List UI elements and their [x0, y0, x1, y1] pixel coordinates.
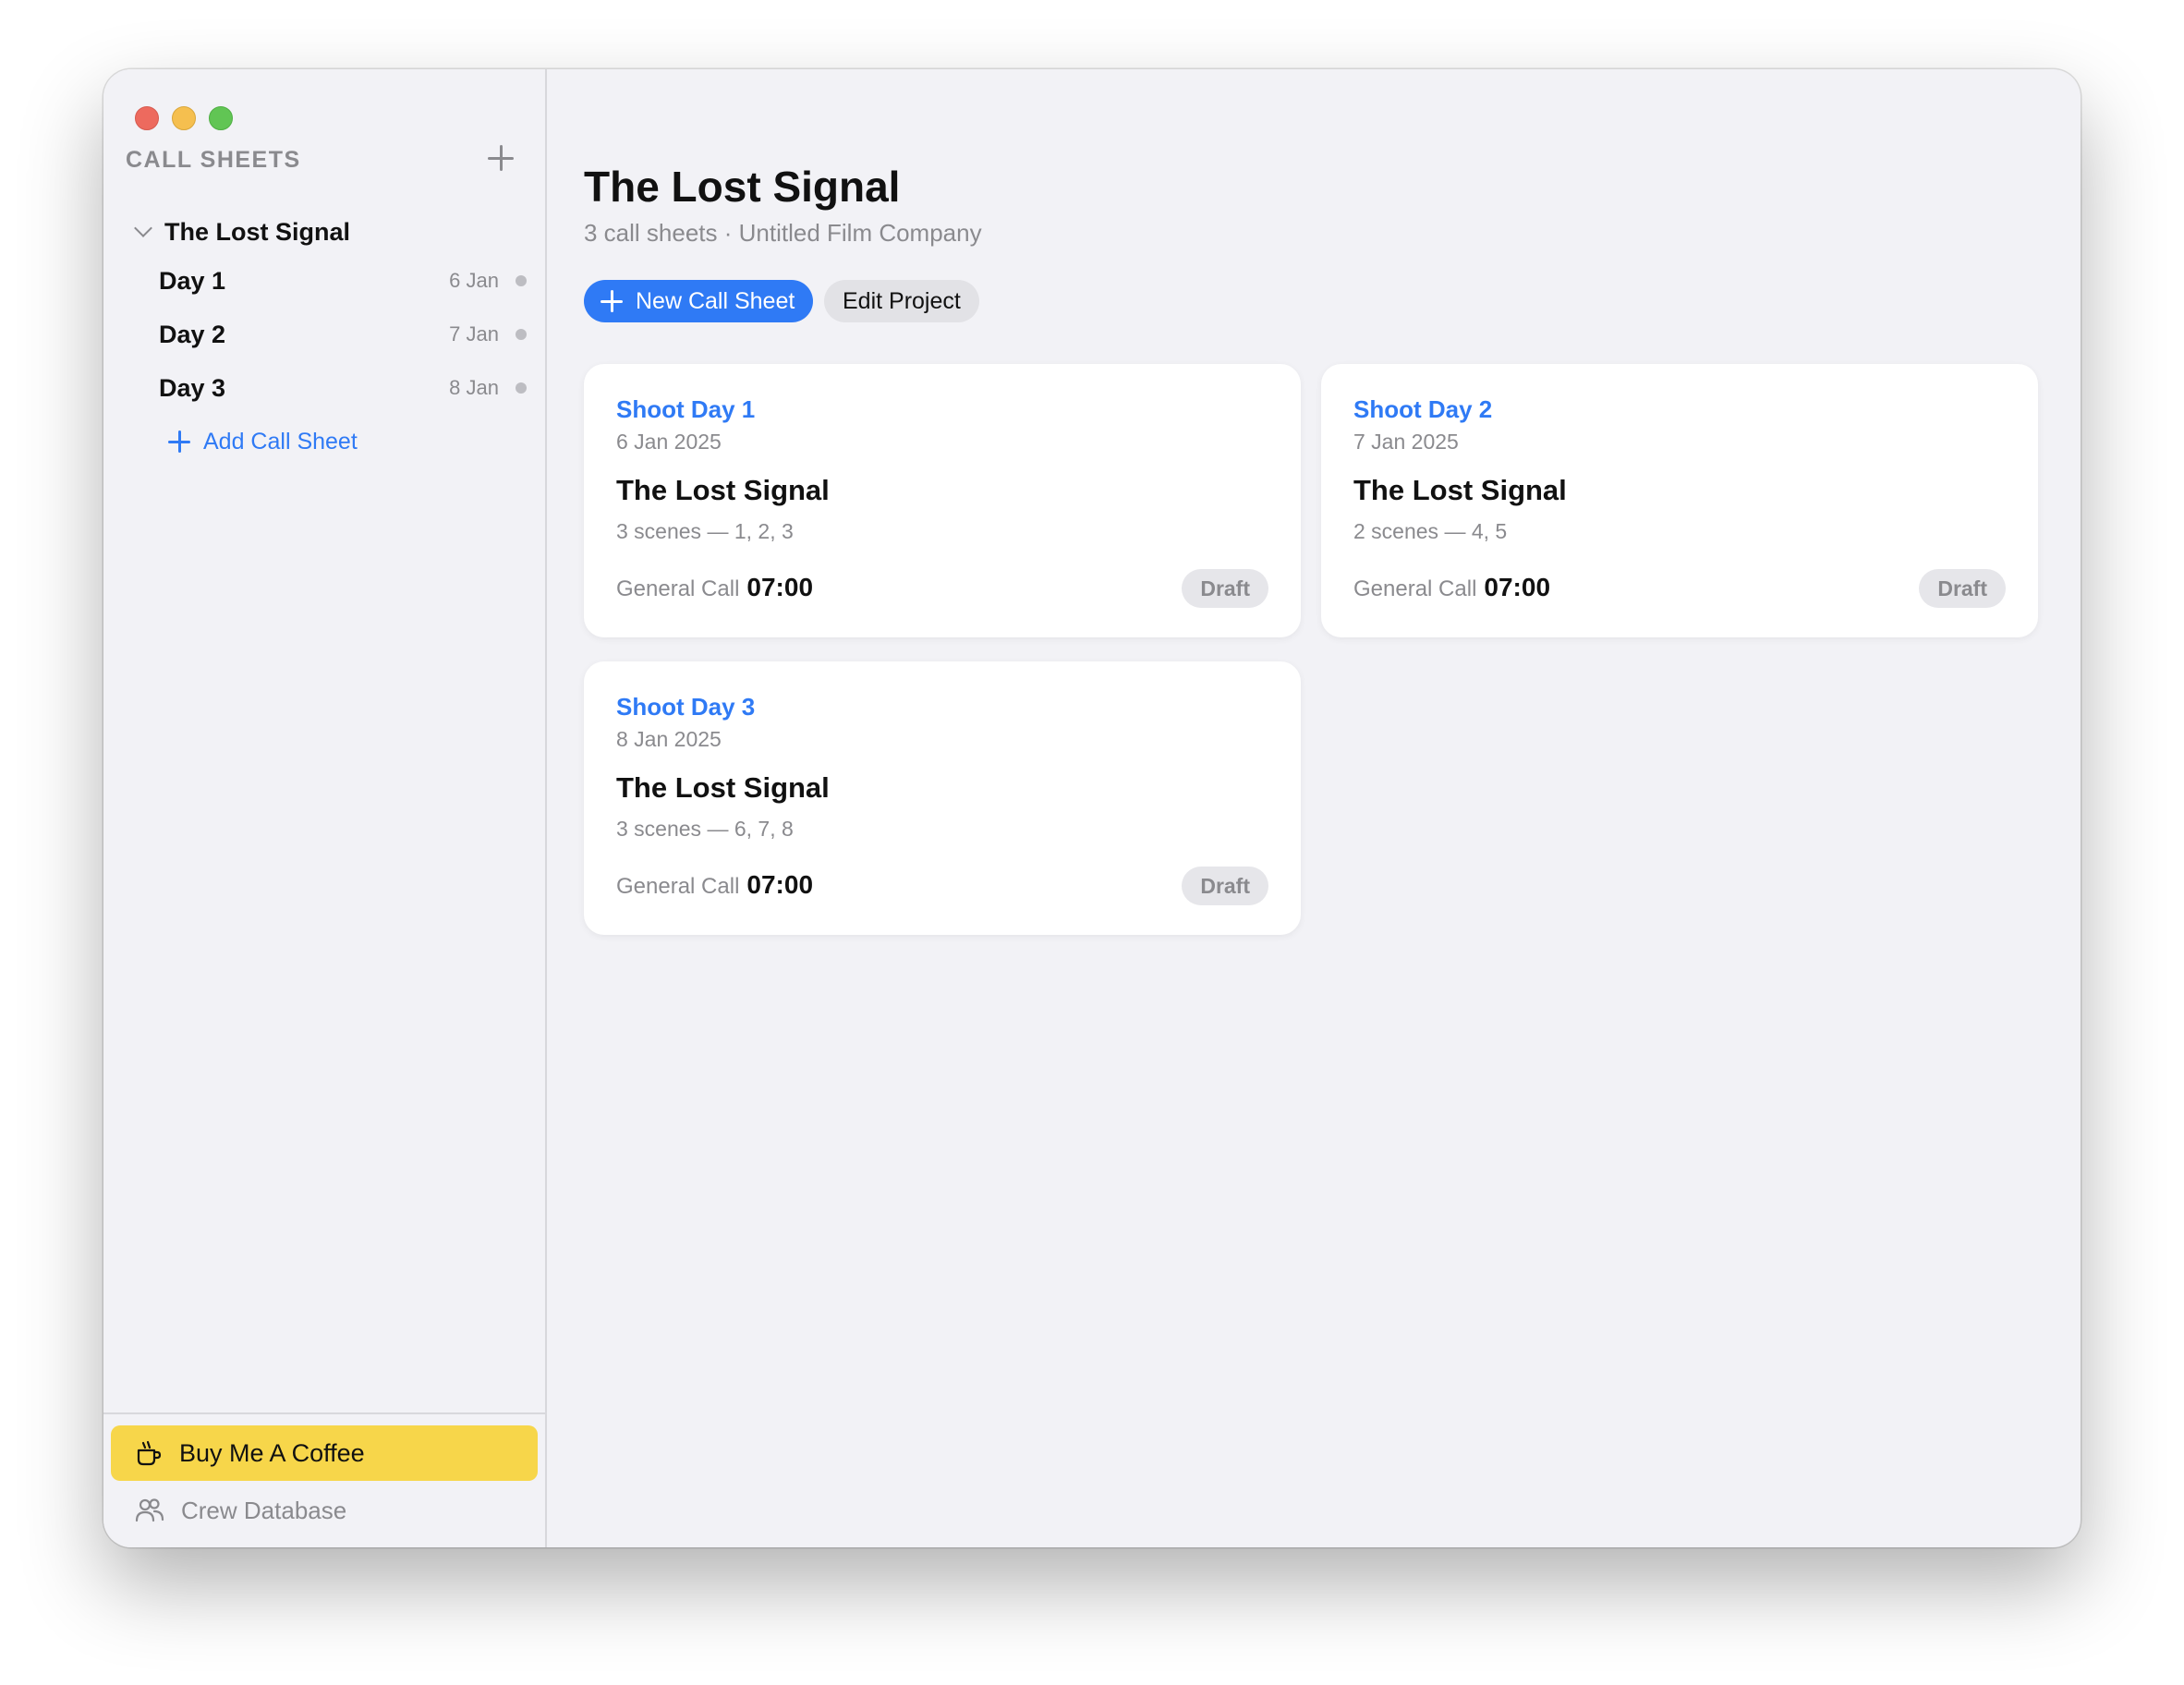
general-call-time: 07:00	[746, 573, 814, 601]
card-project-name: The Lost Signal	[616, 771, 830, 804]
sidebar-item-label: Day 2	[159, 320, 226, 348]
plus-icon	[601, 290, 623, 312]
buy-me-a-coffee-label: Buy Me A Coffee	[179, 1438, 365, 1467]
general-call-label: General Call	[616, 576, 740, 601]
status-badge: Draft	[1182, 867, 1268, 905]
edit-project-button[interactable]: Edit Project	[824, 280, 979, 322]
add-project-button[interactable]	[482, 139, 519, 176]
status-badge: Draft	[1182, 569, 1268, 608]
card-project-name: The Lost Signal	[1353, 474, 1567, 506]
status-badge: Draft	[1919, 569, 2006, 608]
sidebar-project-name: The Lost Signal	[164, 217, 351, 246]
status-dot-icon	[516, 275, 527, 286]
chevron-down-icon[interactable]	[134, 219, 152, 237]
new-call-sheet-label: New Call Sheet	[636, 287, 795, 314]
card-date: 7 Jan 2025	[1353, 430, 1459, 454]
crew-database-label: Crew Database	[181, 1496, 347, 1524]
call-sheet-card[interactable]: Shoot Day 2 7 Jan 2025 The Lost Signal 2…	[1321, 364, 2038, 637]
sidebar-divider	[103, 1412, 545, 1414]
sidebar-item-day-2[interactable]: Day 2 7 Jan	[159, 316, 527, 353]
add-call-sheet-label: Add Call Sheet	[203, 428, 358, 455]
sidebar-item-date: 6 Jan	[449, 269, 499, 292]
sidebar-item-label: Day 3	[159, 373, 226, 402]
sidebar-item-day-3[interactable]: Day 3 8 Jan	[159, 370, 527, 406]
card-date: 6 Jan 2025	[616, 430, 722, 454]
app-window: CALL SHEETS The Lost Signal Day 1 6 Jan …	[103, 69, 2081, 1547]
sidebar-project-item[interactable]: The Lost Signal	[131, 213, 350, 250]
main-content: The Lost Signal 3 call sheets · Untitled…	[547, 69, 2081, 1547]
card-general-call: General Call 07:00	[616, 870, 813, 900]
buy-me-a-coffee-button[interactable]: Buy Me A Coffee	[111, 1425, 538, 1481]
coffee-cup-icon	[137, 1440, 162, 1466]
minimize-window-button[interactable]	[172, 106, 196, 130]
card-project-name: The Lost Signal	[616, 474, 830, 506]
card-general-call: General Call 07:00	[616, 573, 813, 602]
sidebar-header: CALL SHEETS	[126, 147, 301, 173]
card-title: Shoot Day 1	[616, 395, 756, 423]
plus-icon	[168, 430, 190, 453]
card-date: 8 Jan 2025	[616, 727, 722, 751]
zoom-window-button[interactable]	[209, 106, 233, 130]
crew-database-button[interactable]: Crew Database	[111, 1485, 538, 1536]
general-call-label: General Call	[1353, 576, 1477, 601]
card-scenes: 2 scenes — 4, 5	[1353, 519, 1508, 543]
general-call-label: General Call	[616, 874, 740, 899]
sidebar: CALL SHEETS The Lost Signal Day 1 6 Jan …	[103, 69, 547, 1547]
card-general-call: General Call 07:00	[1353, 573, 1550, 602]
card-title: Shoot Day 3	[616, 693, 756, 721]
call-sheet-card[interactable]: Shoot Day 3 8 Jan 2025 The Lost Signal 3…	[584, 661, 1301, 935]
people-icon	[135, 1498, 164, 1522]
sidebar-item-day-1[interactable]: Day 1 6 Jan	[159, 262, 527, 299]
card-scenes: 3 scenes — 6, 7, 8	[616, 817, 794, 841]
close-window-button[interactable]	[135, 106, 159, 130]
sidebar-item-label: Day 1	[159, 266, 226, 295]
sidebar-item-date: 8 Jan	[449, 376, 499, 399]
card-title: Shoot Day 2	[1353, 395, 1493, 423]
add-call-sheet-link[interactable]: Add Call Sheet	[168, 423, 358, 460]
card-scenes: 3 scenes — 1, 2, 3	[616, 519, 794, 543]
call-sheet-card[interactable]: Shoot Day 1 6 Jan 2025 The Lost Signal 3…	[584, 364, 1301, 637]
sidebar-item-date: 7 Jan	[449, 322, 499, 345]
status-dot-icon	[516, 329, 527, 340]
page-subtitle: 3 call sheets · Untitled Film Company	[584, 219, 982, 247]
general-call-time: 07:00	[746, 870, 814, 899]
edit-project-label: Edit Project	[843, 287, 961, 314]
general-call-time: 07:00	[1484, 573, 1551, 601]
new-call-sheet-button[interactable]: New Call Sheet	[584, 280, 814, 322]
page-title: The Lost Signal	[584, 163, 901, 211]
status-dot-icon	[516, 382, 527, 394]
